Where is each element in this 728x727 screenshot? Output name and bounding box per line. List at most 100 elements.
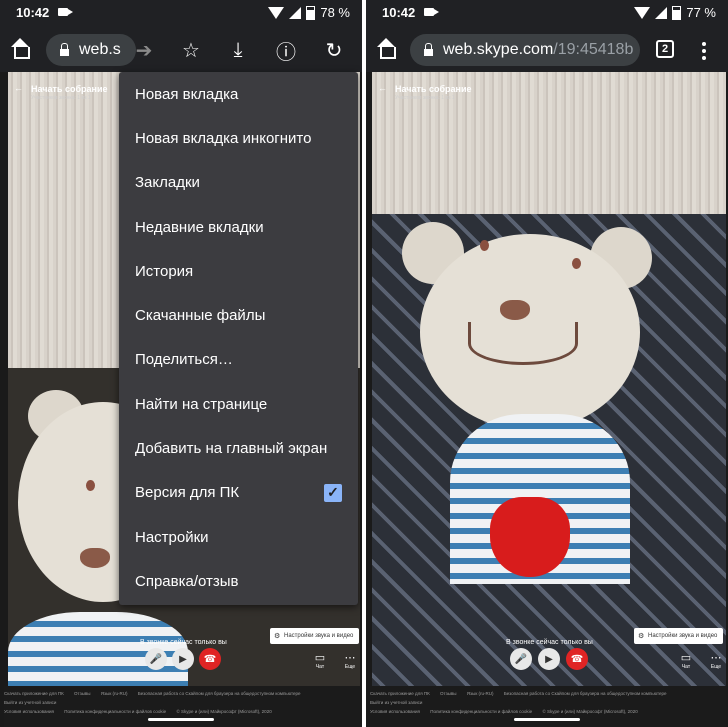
footer-copyright: © Skype и (или) Майкрософт (Microsoft), … (542, 709, 638, 714)
reload-icon: ↻ (325, 39, 343, 62)
chat-icon: ▭ (314, 652, 326, 664)
chat-button[interactable]: ▭ Чат (308, 652, 332, 670)
footer-link[interactable]: Выйти из учетной записи (370, 700, 422, 705)
camera-button[interactable]: ▶ (172, 648, 194, 670)
url-path: /19:45418b (553, 41, 634, 58)
url-text: web.s (79, 41, 121, 58)
av-settings-button[interactable]: ⚙ Настройки звука и видео (270, 628, 360, 644)
url-bar[interactable]: web.skype.com/19:45418b (410, 34, 640, 66)
footer-link[interactable]: Отзывы (74, 691, 90, 696)
footer-link[interactable]: Выйти из учетной записи (4, 700, 56, 705)
menu-item-new-incognito-tab[interactable]: Новая вкладка инкогнито (119, 116, 358, 160)
back-arrow-icon[interactable]: ← (378, 83, 387, 93)
bear-nose (500, 300, 530, 320)
bear-eye (86, 480, 95, 491)
footer-link[interactable]: Безопасная работа со Скайпом для браузер… (504, 691, 667, 696)
footer-copyright: © Skype и (или) Майкрософт (Microsoft), … (176, 709, 272, 714)
menu-item-recent-tabs[interactable]: Недавние вкладки (119, 205, 358, 249)
menu-item-share[interactable]: Поделиться… (119, 338, 358, 382)
av-settings-button[interactable]: ⚙ Настройки звука и видео (634, 628, 724, 644)
kebab-menu-icon[interactable] (702, 42, 706, 60)
hangup-icon: ☎ (570, 653, 584, 665)
mic-button[interactable]: 🎤 (145, 648, 167, 670)
camera-button[interactable]: ▶ (538, 648, 560, 670)
tabs-icon[interactable]: 2 (656, 40, 674, 58)
meeting-subtitle: Участников звонка: 1 из 1 (395, 95, 455, 101)
browser-toolbar: web.skype.com/19:45418b 2 (366, 28, 728, 72)
wifi-icon (268, 6, 285, 19)
footer-link[interactable]: Политика конфиденциальности и файлов coo… (430, 709, 532, 714)
meeting-title: Начать собрание (31, 84, 108, 94)
back-arrow-icon[interactable]: ← (14, 83, 23, 93)
url-bar[interactable]: web.s (46, 34, 136, 66)
more-button[interactable]: ⋯ Еще (704, 652, 726, 670)
gesture-nav-bar[interactable] (514, 718, 580, 721)
right-phone-screen: 10:42 77 % web.skype.com/19:45418b 2 ← Н… (366, 0, 728, 727)
mic-button[interactable]: 🎤 (510, 648, 532, 670)
bear-eye (480, 240, 489, 251)
reload-button[interactable]: ↻ (318, 34, 350, 66)
menu-item-find-in-page[interactable]: Найти на странице (119, 382, 358, 426)
home-icon (377, 38, 396, 59)
footer-link[interactable]: Язык (ru-RU) (101, 691, 128, 696)
footer-link[interactable]: Скачать приложение для ПК (370, 691, 430, 696)
menu-item-downloads[interactable]: Скачанные файлы (119, 293, 358, 337)
call-status-text: В звонке сейчас только вы (140, 639, 227, 646)
browser-toolbar: web.s ➔ ☆ ⤓ ⓘ ↻ (0, 28, 362, 72)
battery-level: 77 % (686, 5, 716, 20)
menu-item-help-feedback[interactable]: Справка/отзыв (119, 559, 358, 603)
footer-link[interactable]: Отзывы (440, 691, 456, 696)
battery-level: 78 % (320, 5, 350, 20)
chat-button[interactable]: ▭ Чат (674, 652, 698, 670)
skype-page: ← Начать собрание Участников звонка: 1 и… (366, 72, 728, 727)
footer-link[interactable]: Условия использования (4, 709, 54, 714)
more-button[interactable]: ⋯ Еще (338, 652, 360, 670)
wifi-icon (634, 6, 651, 19)
chat-icon: ▭ (680, 652, 692, 664)
menu-item-add-to-home[interactable]: Добавить на главный экран (119, 426, 358, 470)
battery-icon (306, 5, 316, 20)
menu-item-history[interactable]: История (119, 249, 358, 293)
browser-overflow-menu: Новая вкладка Новая вкладка инкогнито За… (119, 72, 358, 605)
menu-item-bookmarks[interactable]: Закладки (119, 161, 358, 205)
camera-icon: ▶ (545, 653, 553, 665)
mic-icon: 🎤 (514, 653, 528, 665)
home-button[interactable] (372, 34, 404, 66)
signal-icon (289, 6, 302, 19)
lock-icon (60, 42, 69, 56)
footer-link[interactable]: Условия использования (370, 709, 420, 714)
menu-item-new-tab[interactable]: Новая вкладка (119, 72, 358, 116)
camera-icon: ▶ (179, 653, 187, 665)
clock: 10:42 (382, 5, 416, 20)
hangup-button[interactable]: ☎ (199, 648, 221, 670)
gesture-nav-bar[interactable] (148, 718, 214, 721)
bear-nose (80, 548, 110, 568)
battery-icon (672, 5, 682, 20)
video-icon (58, 8, 73, 16)
page-info-button[interactable]: ⓘ (270, 34, 302, 66)
bookmark-button[interactable]: ☆ (175, 34, 207, 66)
menu-item-settings[interactable]: Настройки (119, 515, 358, 559)
bear-mouth (468, 322, 578, 365)
footer-link[interactable]: Язык (ru-RU) (467, 691, 494, 696)
meeting-title: Начать собрание (395, 84, 472, 94)
footer-link[interactable]: Безопасная работа со Скайпом для браузер… (138, 691, 301, 696)
av-settings-label: Настройки звука и видео (648, 633, 718, 639)
gear-icon: ⚙ (274, 633, 281, 640)
footer-link[interactable]: Скачать приложение для ПК (4, 691, 64, 696)
home-icon (11, 38, 30, 59)
av-settings-label: Настройки звука и видео (284, 633, 354, 639)
lock-icon (424, 42, 433, 56)
home-button[interactable] (6, 34, 38, 66)
bear-eye (572, 258, 581, 269)
footer-link[interactable]: Политика конфиденциальности и файлов coo… (64, 709, 166, 714)
hangup-button[interactable]: ☎ (566, 648, 588, 670)
download-button[interactable]: ⤓ (222, 34, 254, 66)
download-icon: ⤓ (233, 38, 243, 61)
video-stage: ← Начать собрание Участников звонка: 1 и… (372, 72, 726, 689)
meeting-subtitle: Участников звонка: 1 из 1 (31, 95, 91, 101)
forward-button[interactable]: ➔ (128, 34, 160, 66)
mic-icon: 🎤 (149, 653, 163, 665)
menu-item-desktop-site[interactable]: Версия для ПК ✓ (119, 471, 358, 515)
check-icon[interactable]: ✓ (324, 483, 342, 502)
